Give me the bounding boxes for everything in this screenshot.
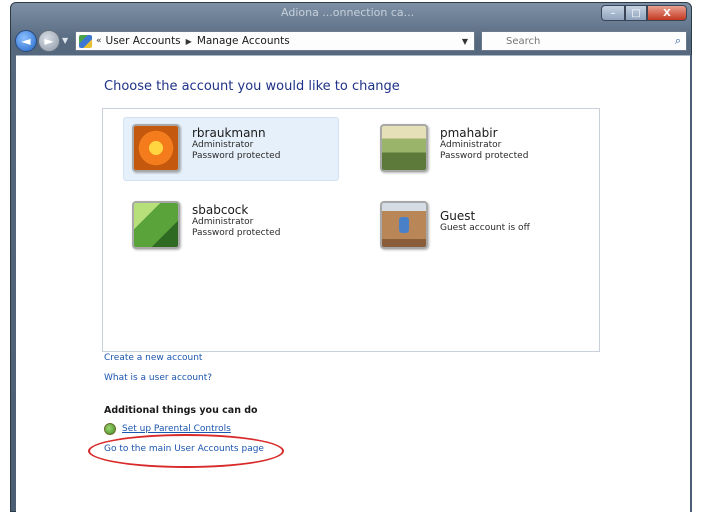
account-type: Administrator: [192, 217, 254, 227]
minimize-button[interactable]: –: [601, 5, 625, 21]
search-icon[interactable]: ⌕: [675, 34, 681, 48]
additional-things-heading: Additional things you can do: [104, 405, 258, 416]
parental-controls-icon: [104, 423, 116, 435]
back-button[interactable]: ◄: [15, 30, 37, 52]
close-button[interactable]: X: [647, 5, 687, 21]
address-dropdown-icon[interactable]: ▼: [462, 37, 468, 46]
account-info: sbabcock Administrator Password protecte…: [192, 203, 280, 239]
recent-pages-dropdown[interactable]: ▼: [62, 36, 68, 45]
what-is-user-account-link[interactable]: What is a user account?: [104, 373, 212, 383]
account-type: Administrator: [192, 140, 254, 150]
navigation-bar: ◄ ► ▼ « User Accounts ▶ Manage Accounts …: [11, 27, 691, 55]
account-tile-sbabcock[interactable]: sbabcock Administrator Password protecte…: [123, 194, 339, 258]
create-account-link[interactable]: Create a new account: [104, 353, 202, 363]
account-status: Password protected: [192, 228, 281, 238]
account-info: rbraukmann Administrator Password protec…: [192, 126, 280, 162]
manage-accounts-content: Choose the account you would like to cha…: [16, 55, 690, 512]
account-status: Password protected: [440, 151, 529, 161]
account-name: Guest: [440, 209, 476, 223]
parental-controls-link[interactable]: Set up Parental Controls: [122, 424, 231, 434]
breadcrumb-user-accounts[interactable]: User Accounts: [106, 35, 181, 47]
breadcrumb-separator-icon[interactable]: ▶: [186, 37, 192, 46]
title-bar[interactable]: Adiona ...onnection ca... – □ X: [11, 3, 691, 25]
account-tile-rbraukmann[interactable]: rbraukmann Administrator Password protec…: [123, 117, 339, 181]
account-tile-guest[interactable]: Guest Guest account is off: [371, 194, 587, 258]
flower-avatar: [132, 124, 180, 172]
maximize-button[interactable]: □: [625, 5, 647, 21]
annotation-circle: [88, 434, 284, 468]
account-name: rbraukmann: [192, 126, 266, 140]
account-status: Guest account is off: [440, 223, 530, 233]
guest-avatar: [380, 201, 428, 249]
landscape-avatar: [380, 124, 428, 172]
search-input[interactable]: [506, 35, 686, 47]
address-overflow-chevron[interactable]: «: [96, 36, 102, 46]
accounts-list: rbraukmann Administrator Password protec…: [102, 108, 600, 352]
address-bar[interactable]: « User Accounts ▶ Manage Accounts ▼: [75, 31, 475, 51]
account-info: pmahabir Administrator Password protecte…: [440, 126, 528, 162]
title-bar-text: Adiona ...onnection ca...: [281, 6, 415, 19]
breadcrumb-manage-accounts[interactable]: Manage Accounts: [197, 35, 290, 47]
account-name: pmahabir: [440, 126, 498, 140]
account-status: Password protected: [192, 151, 281, 161]
search-box[interactable]: ⌕: [481, 31, 687, 51]
account-name: sbabcock: [192, 203, 249, 217]
account-tile-pmahabir[interactable]: pmahabir Administrator Password protecte…: [371, 117, 587, 181]
forward-button[interactable]: ►: [38, 30, 60, 52]
window-controls: – □ X: [601, 5, 687, 21]
account-type: Administrator: [440, 140, 502, 150]
control-panel-icon: [79, 34, 92, 48]
leaf-avatar: [132, 201, 180, 249]
account-info: Guest Guest account is off: [440, 203, 530, 234]
page-title: Choose the account you would like to cha…: [104, 79, 400, 94]
window-right-border: [690, 55, 692, 512]
